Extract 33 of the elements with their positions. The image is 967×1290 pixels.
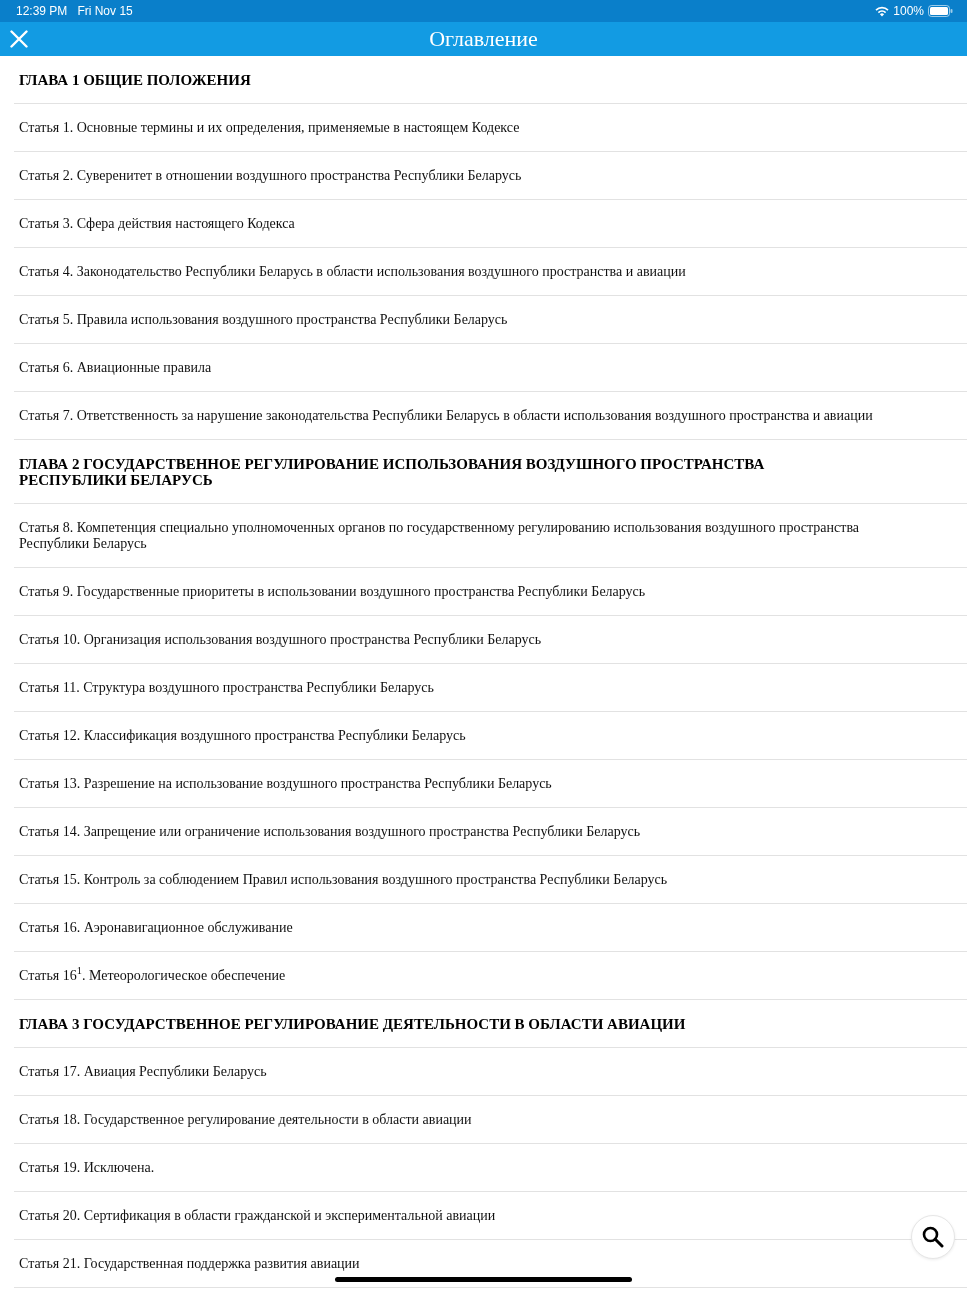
article-item[interactable]: Статья 18. Государственное регулирование деятельности в области авиации <box>14 1096 967 1144</box>
chapter-item[interactable]: ГЛАВА 3 ГОСУДАРСТВЕННОЕ РЕГУЛИРОВАНИЕ ДЕЯТЕЛЬНОСТИ В ОБЛАСТИ АВИАЦИИ <box>14 1000 967 1048</box>
battery-percent: 100% <box>893 3 924 20</box>
article-item[interactable]: Статья 8. Компетенция специально уполномоченных органов по государственному регулированию использования воздушного пространства Республики Беларусь <box>14 504 967 568</box>
article-item[interactable]: Статья 16$^{1}$. Метеорологическое обеспечение <box>14 952 967 1000</box>
article-item[interactable]: Статья 13. Разрешение на использование воздушного пространства Республики Беларусь <box>14 760 967 808</box>
article-item[interactable]: Статья 15. Контроль за соблюдением Правил использования воздушного пространства Республики Беларусь <box>14 856 967 904</box>
article-item[interactable]: Статья 9. Государственные приоритеты в использовании воздушного пространства Республики Беларусь <box>14 568 967 616</box>
article-item[interactable]: Статья 2. Суверенитет в отношении воздушного пространства Республики Беларусь <box>14 152 967 200</box>
close-button[interactable] <box>8 28 30 50</box>
article-item[interactable]: Статья 11. Структура воздушного пространства Республики Беларусь <box>14 664 967 712</box>
article-item[interactable]: Статья 19. Исключена. <box>14 1144 967 1192</box>
article-item[interactable]: Статья 16. Аэронавигационное обслуживание <box>14 904 967 952</box>
search-button[interactable] <box>911 1215 955 1259</box>
chapter-item[interactable]: ГЛАВА 2 ГОСУДАРСТВЕННОЕ РЕГУЛИРОВАНИЕ ИСПОЛЬЗОВАНИЯ ВОЗДУШНОГО ПРОСТРАНСТВА РЕСПУБЛИКИ БЕЛАРУСЬ <box>14 440 967 504</box>
article-item[interactable]: Статья 14. Запрещение или ограничение использования воздушного пространства Республики Беларусь <box>14 808 967 856</box>
battery-icon <box>928 5 953 17</box>
article-item[interactable]: Статья 7. Ответственность за нарушение законодательства Республики Беларусь в области использования воздушного пространства и авиации <box>14 392 967 440</box>
close-icon <box>10 30 28 48</box>
article-item[interactable]: Статья 3. Сфера действия настоящего Кодекса <box>14 200 967 248</box>
article-item[interactable]: Статья 4. Законодательство Республики Беларусь в области использования воздушного пространства и авиации <box>14 248 967 296</box>
status-time: 12:39 PM <box>16 3 68 20</box>
chapter-item[interactable]: ГЛАВА 1 ОБЩИЕ ПОЛОЖЕНИЯ <box>14 56 967 104</box>
search-icon <box>922 1226 944 1248</box>
article-item[interactable]: Статья 17. Авиация Республики Беларусь <box>14 1048 967 1096</box>
article-item[interactable]: Статья 1. Основные термины и их определения, применяемые в настоящем Кодексе <box>14 104 967 152</box>
header-title: Оглавление <box>429 25 538 53</box>
article-item[interactable]: Статья 10. Организация использования воздушного пространства Республики Беларусь <box>14 616 967 664</box>
status-date: Fri Nov 15 <box>77 3 133 20</box>
article-item[interactable]: Статья 6. Авиационные правила <box>14 344 967 392</box>
article-item[interactable]: Статья 12. Классификация воздушного пространства Республики Беларусь <box>14 712 967 760</box>
article-item[interactable]: Статья 5. Правила использования воздушного пространства Республики Беларусь <box>14 296 967 344</box>
wifi-icon <box>875 5 890 17</box>
